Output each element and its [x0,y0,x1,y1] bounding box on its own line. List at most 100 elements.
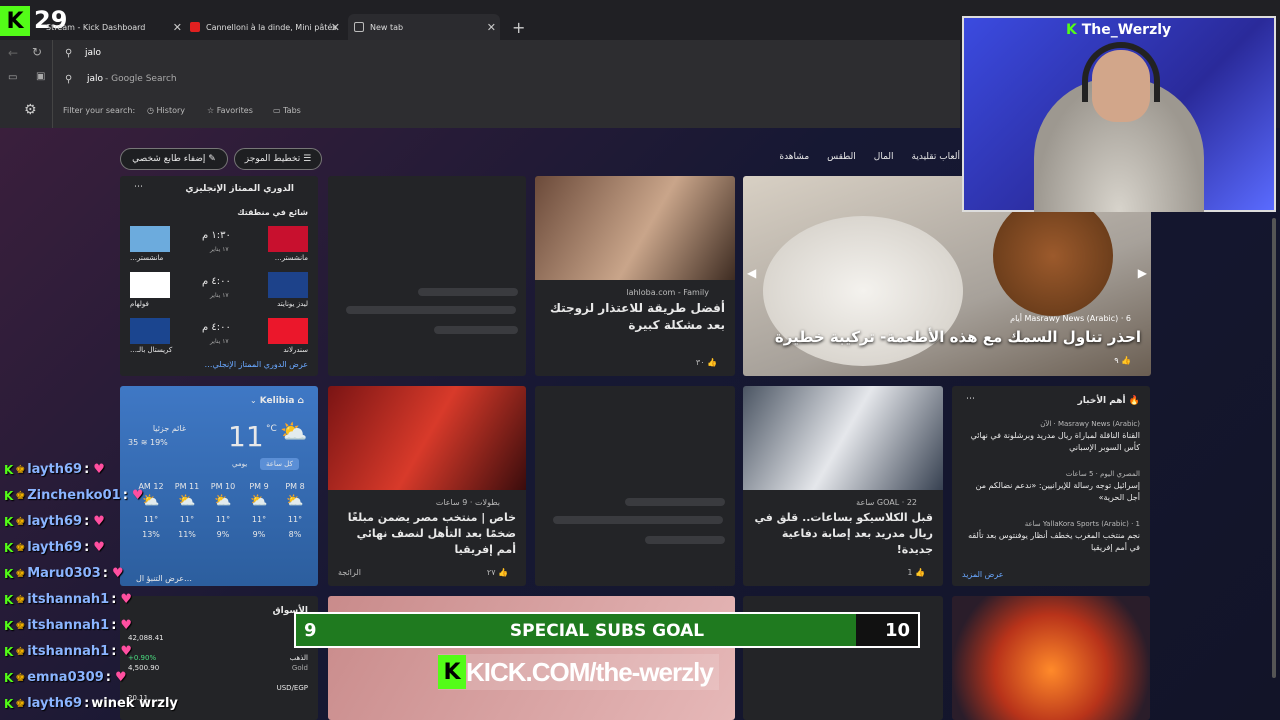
chat-username[interactable]: emna0309 [27,670,104,685]
chat-username[interactable]: itshannah1 [27,644,109,659]
hour-column: PM 8 ⛅ 11° 8% [280,482,310,539]
carousel-next[interactable]: ▶ [1138,266,1147,280]
kick-logo: K [438,655,466,689]
league-view-all[interactable]: عرض الدوري الممتاز الإنجلي… [205,360,308,369]
story-likes[interactable]: 👍 ٩ [1114,356,1131,365]
back-icon[interactable]: ← [8,46,18,60]
webcam-panel: K The_Werzly [962,16,1276,212]
chat-username[interactable]: layth69 [27,696,82,711]
story-likes[interactable]: 👍 ٢٧ [487,568,508,577]
match-row[interactable]: سندرلاند كريستال بالـ… ٤:٠٠ م ١٧ يناير [130,318,308,358]
news-item[interactable]: المصري اليوم · 5 ساعات إسرائيل توجه رسالة… [964,470,1140,504]
carousel-prev[interactable]: ◀ [747,266,756,280]
personalize-button[interactable]: إضفاء طابع شخصي ✎ [120,148,228,170]
market-row[interactable]: الذهب Gold +0.90% 4,500.90 [128,654,308,680]
story-likes[interactable]: 👍 ٣٠ [696,358,717,367]
address-input[interactable]: jalo [85,48,101,58]
placeholder [418,288,518,296]
nav-money[interactable]: المال [874,152,894,162]
story-card-family[interactable]: lahloba.com - Family أفضل طريقة للاعتذار… [535,176,735,376]
chat-username[interactable]: itshannah1 [27,618,109,633]
collections-icon[interactable]: ▣ [36,71,45,82]
chat-username[interactable]: layth69 [27,514,82,529]
story-likes[interactable]: 👍 1 [907,568,925,577]
heart-emote-icon: ♥ [93,540,105,555]
story-title[interactable]: احذر تناول السمك مع هذه الأطعمة- تركيبة … [775,328,1141,346]
news-item[interactable]: Masrawy News (Arabic) · الآن القناة الناق… [964,420,1140,454]
team-home: مانشستر… [274,254,308,262]
close-icon[interactable]: ✕ [173,21,182,34]
chat-username[interactable]: Maru0303 [27,566,101,581]
more-icon[interactable]: ⋯ [134,182,143,192]
story-card-egypt[interactable]: بطولات · 9 ساعات خاص | منتخب مصر يضمن مب… [328,386,526,586]
gear-icon[interactable]: ⚙ [24,102,37,118]
team-logo-home [268,318,308,344]
team-logo-home [268,272,308,298]
story-card-stomach[interactable] [952,596,1150,720]
league-title[interactable]: الدوري الممتاز الإنجليزي [185,184,294,194]
news-item[interactable]: YallaKora Sports (Arabic) · 1 ساعة نجم من… [964,520,1140,554]
hour-rain: 11% [178,530,196,539]
chevron-down-icon[interactable]: ⌄ [250,396,257,405]
market-row[interactable]: EGXEGX42,088.41 [128,624,308,650]
sidebar-icon[interactable]: ▭ [8,72,17,83]
tab-cannelloni[interactable]: Cannelloni à la dinde, Mini pâtés ✕ [190,14,340,40]
hour-rain: 9% [252,530,266,539]
tab-new-tab[interactable]: New tab ✕ [348,14,500,40]
chat-separator: : [84,462,90,477]
nav-games[interactable]: ألعاب تقليدية [912,152,960,162]
weather-footer[interactable]: عرض التنبؤ ال… [136,574,192,583]
filter-tabs[interactable]: ▭ Tabs [273,106,301,115]
match-row[interactable]: مانشستر… مانشستر… ١:٣٠ م ١٧ يناير [130,226,308,266]
layout-button[interactable]: تخطيط الموجز ☰ [234,148,322,170]
story-title[interactable]: خاص | منتخب مصر يضمن مبلغًا ضخمًا بعد ال… [336,510,516,558]
market-code: USD/EGP [276,684,308,692]
nav-weather[interactable]: الطقس [827,152,856,162]
close-icon[interactable]: ✕ [331,21,340,34]
match-date: ١٧ يناير [210,292,229,299]
location[interactable]: Kelibia ⌂ [260,396,304,406]
hour-rain: 13% [142,530,160,539]
suggestion-row[interactable]: ⚲ jalo - Google Search [53,70,961,90]
chat-username[interactable]: Zinchenko01 [27,488,121,503]
hour-column: PM 11 ⛅ 11° 11% [172,482,202,539]
chat-username[interactable]: itshannah1 [27,592,109,607]
story-card-clasico[interactable]: GOAL · 22 ساعة قبل الكلاسيكو بساعات.. قل… [743,386,943,586]
placeholder [553,516,723,524]
chat-message: K ♚ Maru0303: ♥ [4,566,124,581]
chat-separator: : [84,696,90,711]
story-source: بطولات · 9 ساعات [435,498,500,507]
crown-badge-icon: ♚ [15,541,26,554]
heart-emote-icon: ♥ [111,566,124,581]
team-home: ليدز يونايتد [277,300,308,308]
chat-username[interactable]: layth69 [27,462,82,477]
match-row[interactable]: ليدز يونايتد فولهام ٤:٠٠ م ١٧ يناير [130,272,308,312]
story-title[interactable]: أفضل طريقة للاعتذار لزوجتك بعد مشكلة كبي… [545,300,725,334]
top-news-more[interactable]: عرض المزيد [962,570,1004,579]
cloud-icon: ⛅ [286,493,304,509]
hour-temp: 11° [215,515,231,524]
hour-label: PM 11 [174,482,200,491]
tab-kick-dashboard[interactable]: Stream - Kick Dashboard ✕ [46,14,182,40]
heart-emote-icon: ♥ [93,462,105,477]
close-icon[interactable]: ✕ [487,21,496,34]
filter-favorites[interactable]: ☆ Favorites [207,106,253,115]
more-icon[interactable]: ⋯ [966,394,975,404]
chat-separator: : [111,592,117,607]
tab-hourly[interactable]: كل ساعة [260,458,299,470]
tab-daily[interactable]: يومي [232,460,247,468]
chat-username[interactable]: layth69 [27,540,82,555]
chat-message: K ♚ layth69: winek wrzly [4,696,178,711]
refresh-icon[interactable]: ↻ [32,45,42,59]
story-title[interactable]: قبل الكلاسيكو بساعات.. قلق في ريال مدريد… [753,510,933,558]
subs-goal-bar: 9 SPECIAL SUBS GOAL 10 [294,612,920,648]
team-away: مانشستر… [130,254,164,262]
nav-watch[interactable]: مشاهدة [779,152,809,162]
add-tab-button[interactable]: + [512,18,525,37]
match-time: ٤:٠٠ م [202,276,231,287]
scrollbar[interactable] [1272,218,1276,678]
fish-plate-image [993,196,1113,316]
filter-history[interactable]: ◷ History [147,106,185,115]
placeholder [625,498,725,506]
youtube-icon [190,22,200,32]
